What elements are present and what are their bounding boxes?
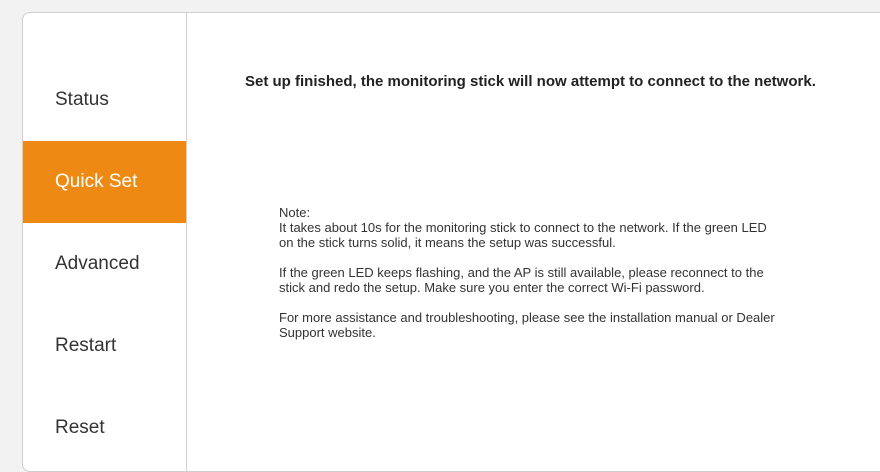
settings-panel: Status Quick Set Advanced Restart Reset …	[22, 12, 880, 472]
setup-finished-heading: Set up finished, the monitoring stick wi…	[245, 73, 816, 90]
note-label: Note:	[279, 205, 311, 220]
sidebar-item-restart[interactable]: Restart	[23, 305, 186, 387]
note-paragraph-led-flashing: If the green LED keeps flashing, and the…	[279, 265, 764, 295]
sidebar-item-status[interactable]: Status	[23, 59, 186, 141]
note-block: Note: It takes about 10s for the monitor…	[279, 205, 779, 355]
sidebar-item-label: Advanced	[55, 253, 140, 274]
note-paragraph-support: For more assistance and troubleshooting,…	[279, 310, 775, 340]
sidebar-nav: Status Quick Set Advanced Restart Reset	[23, 13, 187, 471]
sidebar-item-label: Restart	[55, 335, 117, 356]
sidebar-item-quick-set[interactable]: Quick Set	[23, 141, 186, 223]
sidebar-item-reset[interactable]: Reset	[23, 387, 186, 469]
note-paragraph-connect-time: It takes about 10s for the monitoring st…	[279, 220, 767, 250]
sidebar-item-label: Reset	[55, 417, 105, 438]
sidebar-item-label: Quick Set	[55, 171, 138, 192]
sidebar-item-label: Status	[55, 89, 109, 110]
main-content: Set up finished, the monitoring stick wi…	[187, 13, 880, 471]
sidebar-item-advanced[interactable]: Advanced	[23, 223, 186, 305]
